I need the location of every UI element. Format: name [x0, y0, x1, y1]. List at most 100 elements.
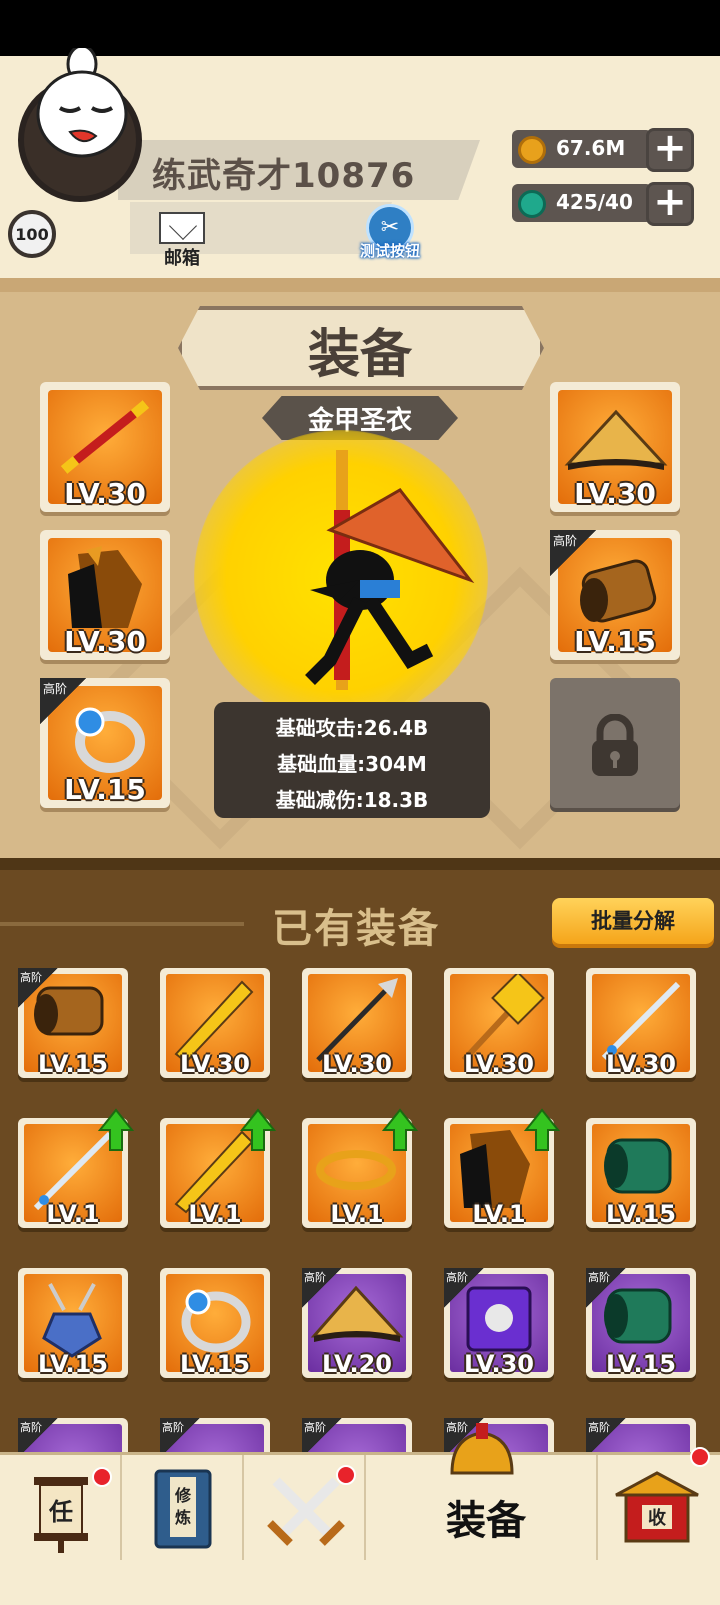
- rank-tag-label: 高阶: [588, 1271, 610, 1284]
- cultivate-glyph-2: 炼: [175, 1508, 191, 1527]
- upgrade-arrow-icon: [382, 1108, 418, 1151]
- item-level: LV.30: [464, 1050, 534, 1078]
- gem-value: 425/40: [556, 190, 633, 214]
- page-title: 装备: [307, 325, 412, 385]
- hero-character: [305, 450, 475, 690]
- inventory-item[interactable]: LV.1: [18, 1108, 134, 1228]
- gem-resource: 425/40 +: [512, 182, 694, 226]
- avatar[interactable]: [30, 48, 140, 158]
- slot-level: LV.30: [64, 477, 146, 510]
- slot-level: LV.30: [64, 625, 146, 658]
- stat-attack: 基础攻击:26.4B: [275, 716, 429, 740]
- scroll-icon: 任: [34, 1477, 88, 1553]
- coin-icon: [518, 136, 546, 164]
- item-level: LV.1: [46, 1200, 100, 1228]
- nav-equipment-label: 装备: [446, 1498, 526, 1544]
- player-name: 练武奇才10876: [152, 156, 416, 196]
- notification-dot: [336, 1465, 356, 1485]
- test-button-label: 测试按钮: [359, 242, 420, 260]
- equip-slot-weapon[interactable]: LV.30: [40, 382, 170, 512]
- notification-dot: [92, 1467, 112, 1487]
- bottom-nav: 任 修 炼 收: [0, 1423, 720, 1563]
- item-level: LV.30: [180, 1050, 250, 1078]
- inventory-item[interactable]: 高阶 LV.20: [302, 1268, 412, 1378]
- level-badge: 100: [8, 210, 56, 258]
- inventory-item[interactable]: LV.30: [160, 968, 270, 1078]
- coin-resource: 67.6M +: [512, 128, 694, 172]
- rank-tag: 高阶: [40, 678, 86, 724]
- item-level: LV.30: [606, 1050, 676, 1078]
- slot-level: LV.15: [574, 625, 656, 658]
- coin-value: 67.6M: [556, 136, 626, 160]
- mail-label: 邮箱: [164, 248, 200, 269]
- inventory-title: 已有装备: [272, 906, 440, 952]
- mail-button[interactable]: 邮箱: [156, 212, 208, 269]
- notification-dot: [690, 1447, 710, 1467]
- stat-hp: 基础血量:304M: [277, 752, 427, 776]
- inventory-item[interactable]: 高阶 LV.30: [444, 1268, 554, 1378]
- tasks-glyph: 任: [48, 1498, 73, 1526]
- shop-icon: 收: [615, 1471, 699, 1543]
- test-button[interactable]: ✂ 测试按钮: [350, 204, 430, 264]
- inventory-item[interactable]: 高阶 LV.15: [586, 1268, 696, 1378]
- inventory-item[interactable]: LV.1: [302, 1108, 418, 1228]
- rank-tag: 高阶: [444, 1268, 484, 1308]
- slot-level: LV.30: [574, 477, 656, 510]
- inventory-item[interactable]: LV.30: [302, 968, 412, 1078]
- equip-slot-cloak[interactable]: LV.30: [40, 530, 170, 660]
- lock-icon: [592, 714, 638, 776]
- upgrade-arrow-icon: [240, 1108, 276, 1151]
- item-level: LV.30: [322, 1050, 392, 1078]
- nav-cultivate[interactable]: 修 炼: [122, 1455, 244, 1563]
- mail-icon: [159, 212, 205, 244]
- nav-battle[interactable]: [244, 1455, 366, 1563]
- rank-tag-label: 高阶: [20, 1421, 42, 1434]
- nav-footer: [0, 1560, 720, 1605]
- equip-slot-bracer[interactable]: 高阶 LV.15: [550, 530, 680, 660]
- inventory-item[interactable]: LV.15: [586, 1118, 696, 1228]
- rank-tag: 高阶: [586, 1268, 626, 1308]
- inventory-item[interactable]: LV.1: [160, 1108, 276, 1228]
- cultivate-glyph-1: 修: [174, 1486, 192, 1505]
- nav-collect[interactable]: 收: [598, 1447, 720, 1563]
- item-level: LV.1: [188, 1200, 242, 1228]
- rank-tag-label: 高阶: [446, 1271, 468, 1284]
- rank-tag-label: 高阶: [20, 971, 42, 984]
- gem-icon: [518, 190, 546, 218]
- equip-slot-locked[interactable]: [550, 678, 680, 808]
- slot-level: LV.15: [64, 773, 146, 806]
- add-coin-button[interactable]: +: [646, 128, 694, 172]
- upgrade-arrow-icon: [524, 1108, 560, 1151]
- equip-slot-hat[interactable]: LV.30: [550, 382, 680, 512]
- item-level: LV.20: [322, 1350, 392, 1378]
- item-level: LV.15: [606, 1200, 676, 1228]
- inventory-item[interactable]: 高阶 LV.15: [18, 968, 128, 1078]
- stats-panel: 基础攻击:26.4B 基础血量:304M 基础减伤:18.3B: [214, 702, 490, 818]
- rank-tag-label: 高阶: [304, 1421, 326, 1434]
- equip-slot-ring[interactable]: 高阶 LV.15: [40, 678, 170, 808]
- helmet-icon: [450, 1423, 514, 1475]
- batch-decompose-button[interactable]: 批量分解: [552, 898, 714, 944]
- item-level: LV.15: [38, 1050, 108, 1078]
- item-level: LV.1: [472, 1200, 526, 1228]
- rank-tag-label: 高阶: [304, 1271, 326, 1284]
- inventory-item[interactable]: LV.15: [160, 1268, 270, 1378]
- rank-tag-label: 高阶: [553, 534, 578, 548]
- item-level: LV.15: [606, 1350, 676, 1378]
- book-icon: 修 炼: [154, 1469, 212, 1549]
- inventory-item[interactable]: LV.1: [444, 1108, 560, 1228]
- inventory-item[interactable]: LV.30: [444, 968, 554, 1078]
- nav-tasks[interactable]: 任: [0, 1455, 122, 1563]
- cloak-icon: [68, 546, 142, 628]
- stat-defense: 基础减伤:18.3B: [275, 788, 429, 812]
- add-gem-button[interactable]: +: [646, 182, 694, 226]
- rank-tag: 高阶: [302, 1268, 342, 1308]
- inventory-item[interactable]: LV.15: [18, 1268, 128, 1378]
- upgrade-arrow-icon: [98, 1108, 134, 1151]
- rank-tag: 高阶: [550, 530, 596, 576]
- crossed-swords-icon: [267, 1477, 345, 1546]
- inventory-item[interactable]: LV.30: [586, 968, 696, 1078]
- item-level: LV.15: [180, 1350, 250, 1378]
- rank-tag-label: 高阶: [162, 1421, 184, 1434]
- straw-hat-icon: [564, 409, 668, 470]
